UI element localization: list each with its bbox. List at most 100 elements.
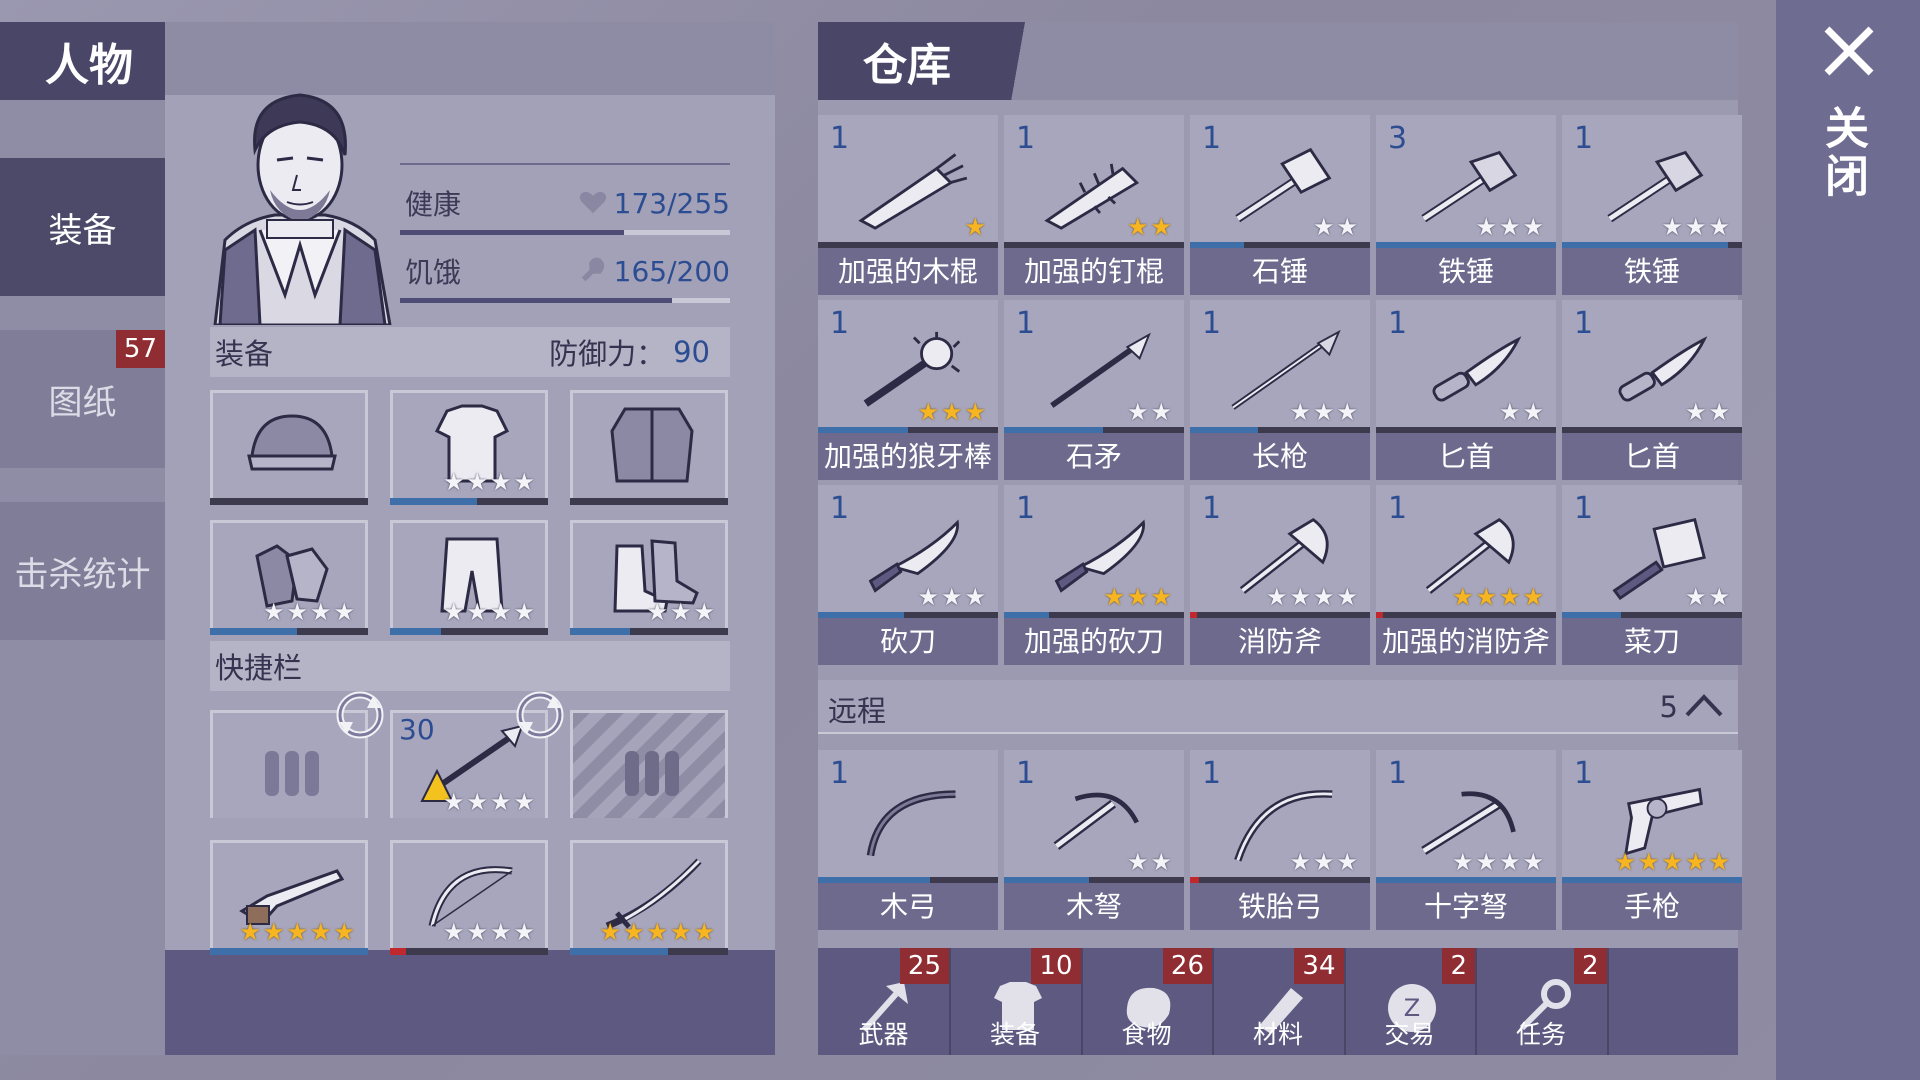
ranged-label: 远程	[828, 694, 887, 728]
equipment-slot[interactable]: ★ ★ ★	[570, 520, 728, 635]
category-count: 2	[1442, 948, 1475, 984]
equipment-slot[interactable]: ★ ★ ★ ★	[210, 520, 368, 635]
quickbar-slot[interactable]: ★ ★ ★ ★ ★	[210, 840, 368, 955]
category-tab[interactable]: 10 装备	[950, 948, 1083, 1055]
category-tab[interactable]: Z 2 交易	[1344, 948, 1477, 1055]
warehouse-item[interactable]: 3 ★ ★ ★ 铁锤	[1376, 115, 1556, 295]
equipment-slot[interactable]	[210, 390, 368, 505]
star-icon: ★	[1312, 583, 1335, 611]
durability-bar	[210, 498, 368, 505]
swap-icon[interactable]	[333, 688, 387, 742]
durability-fill	[390, 948, 406, 955]
tab-kill-stats[interactable]: 击杀统计	[0, 502, 165, 640]
swap-icon[interactable]	[513, 688, 567, 742]
star-icon: ★	[964, 583, 986, 611]
close-icon[interactable]	[1823, 25, 1875, 77]
star-icon: ★	[1684, 213, 1707, 241]
chevron-up-icon[interactable]	[1684, 692, 1724, 718]
star-icon: ★	[286, 598, 308, 626]
star-icon: ★	[309, 598, 332, 626]
star-icon: ★	[1614, 848, 1636, 876]
warehouse-item[interactable]: 1 ★ ★ ★ 加强的狼牙棒	[818, 300, 998, 480]
star-icon: ★	[693, 918, 715, 946]
star-icon: ★	[1637, 848, 1660, 876]
equipment-slot[interactable]: ★ ★ ★ ★	[390, 520, 548, 635]
star-icon: ★	[1150, 583, 1172, 611]
star-icon: ★	[1661, 848, 1683, 876]
item-name: 十字弩	[1376, 883, 1556, 930]
warehouse-item[interactable]: 1 ★ ★ ★ 砍刀	[818, 485, 998, 665]
tab-blueprints[interactable]: 图纸 57	[0, 330, 165, 468]
tab-equipment-label: 装备	[48, 210, 117, 251]
star-rating: ★ ★ ★ ★ ★	[1614, 850, 1730, 874]
warehouse-item[interactable]: 1 ★ ★ ★ ★ 消防斧	[1190, 485, 1370, 665]
warehouse-item[interactable]: 1 ★ ★ ★ ★ ★ 手枪	[1562, 750, 1742, 930]
star-rating: ★ ★	[1499, 400, 1544, 424]
durability-fill	[570, 628, 631, 635]
warehouse-item[interactable]: 1 ★ 加强的木棍	[818, 115, 998, 295]
star-rating: ★ ★ ★	[1661, 215, 1730, 239]
durability-bar	[570, 628, 728, 635]
item-quantity: 1	[830, 121, 850, 156]
warehouse-item[interactable]: 1 ★ ★ 菜刀	[1562, 485, 1742, 665]
warehouse-item[interactable]: 1 木弓	[818, 750, 998, 930]
hunger-value: 165/200	[613, 255, 730, 288]
defense-label: 防御力：	[549, 337, 666, 371]
category-count: 10	[1031, 948, 1081, 984]
category-label: 食物	[1121, 1020, 1172, 1049]
star-rating: ★ ★ ★ ★	[1452, 585, 1544, 609]
warehouse-item[interactable]: 1 ★ ★ ★ ★ 加强的消防斧	[1376, 485, 1556, 665]
warehouse-item[interactable]: 1 ★ ★ 加强的钉棍	[1004, 115, 1184, 295]
star-icon: ★	[917, 583, 939, 611]
item-name: 消防斧	[1190, 618, 1370, 665]
wooden-bow-icon	[866, 790, 956, 857]
durability-fill	[570, 948, 668, 955]
star-icon: ★	[1475, 583, 1497, 611]
star-icon: ★	[1312, 213, 1335, 241]
warehouse-item[interactable]: 1 ★ ★ 匕首	[1562, 300, 1742, 480]
ammo-locked-icon	[625, 751, 679, 796]
close-label[interactable]: 关闭	[1817, 105, 1874, 201]
warehouse-item[interactable]: 1 ★ ★ 木弩	[1004, 750, 1184, 930]
warehouse-item[interactable]: 1 ★ ★ ★ 长枪	[1190, 300, 1370, 480]
category-tab[interactable]: 25 武器	[818, 948, 951, 1055]
category-label: 任务	[1515, 1020, 1566, 1049]
star-icon: ★	[1451, 583, 1474, 611]
warehouse-item[interactable]: 1 ★ ★ 石矛	[1004, 300, 1184, 480]
star-icon: ★	[489, 788, 512, 816]
item-quantity: 1	[1574, 306, 1594, 341]
equipment-slot[interactable]: ★ ★ ★ ★	[390, 390, 548, 505]
star-icon: ★	[466, 788, 488, 816]
quickbar-header: 快捷栏	[210, 641, 730, 691]
health-bar-fill	[400, 230, 625, 235]
warehouse-item[interactable]: 1 ★ ★ 匕首	[1376, 300, 1556, 480]
warehouse-item[interactable]: 1 ★ ★ ★ 铁锤	[1562, 115, 1742, 295]
star-rating: ★ ★ ★	[1289, 400, 1358, 424]
category-tab[interactable]: 26 食物	[1081, 948, 1214, 1055]
star-rating: ★ ★ ★	[917, 585, 986, 609]
category-tab[interactable]: 34 材料	[1213, 948, 1346, 1055]
warehouse-item[interactable]: 1 ★ ★ ★ 铁胎弓	[1190, 750, 1370, 930]
star-rating: ★ ★ ★ ★ ★	[239, 920, 355, 944]
health-value: 173/255	[613, 187, 730, 220]
star-icon: ★	[1708, 583, 1730, 611]
quickbar-slot[interactable]	[570, 710, 728, 818]
quickbar-slot[interactable]: ★ ★ ★ ★	[390, 840, 548, 955]
star-rating: ★ ★ ★ ★	[1452, 850, 1544, 874]
warehouse-item[interactable]: 1 ★ ★ ★ 加强的砍刀	[1004, 485, 1184, 665]
warehouse-title: 仓库	[863, 40, 951, 91]
category-tab[interactable]: 2 任务	[1476, 948, 1609, 1055]
hunger-stat: 饥饿 165/200	[400, 243, 730, 303]
star-icon: ★	[442, 788, 465, 816]
ranged-section-header[interactable]: 远程 5	[818, 680, 1738, 734]
star-icon: ★	[1150, 398, 1172, 426]
hunger-bar-fill	[400, 298, 673, 303]
star-icon: ★	[1522, 848, 1544, 876]
quickbar-slot[interactable]: ★ ★ ★ ★ ★	[570, 840, 728, 955]
durability-fill	[210, 948, 368, 955]
equipment-slot[interactable]	[570, 390, 728, 505]
warehouse-item[interactable]: 1 ★ ★ 石锤	[1190, 115, 1370, 295]
star-icon: ★	[262, 598, 285, 626]
warehouse-item[interactable]: 1 ★ ★ ★ ★ 十字弩	[1376, 750, 1556, 930]
tab-equipment[interactable]: 装备	[0, 158, 165, 296]
